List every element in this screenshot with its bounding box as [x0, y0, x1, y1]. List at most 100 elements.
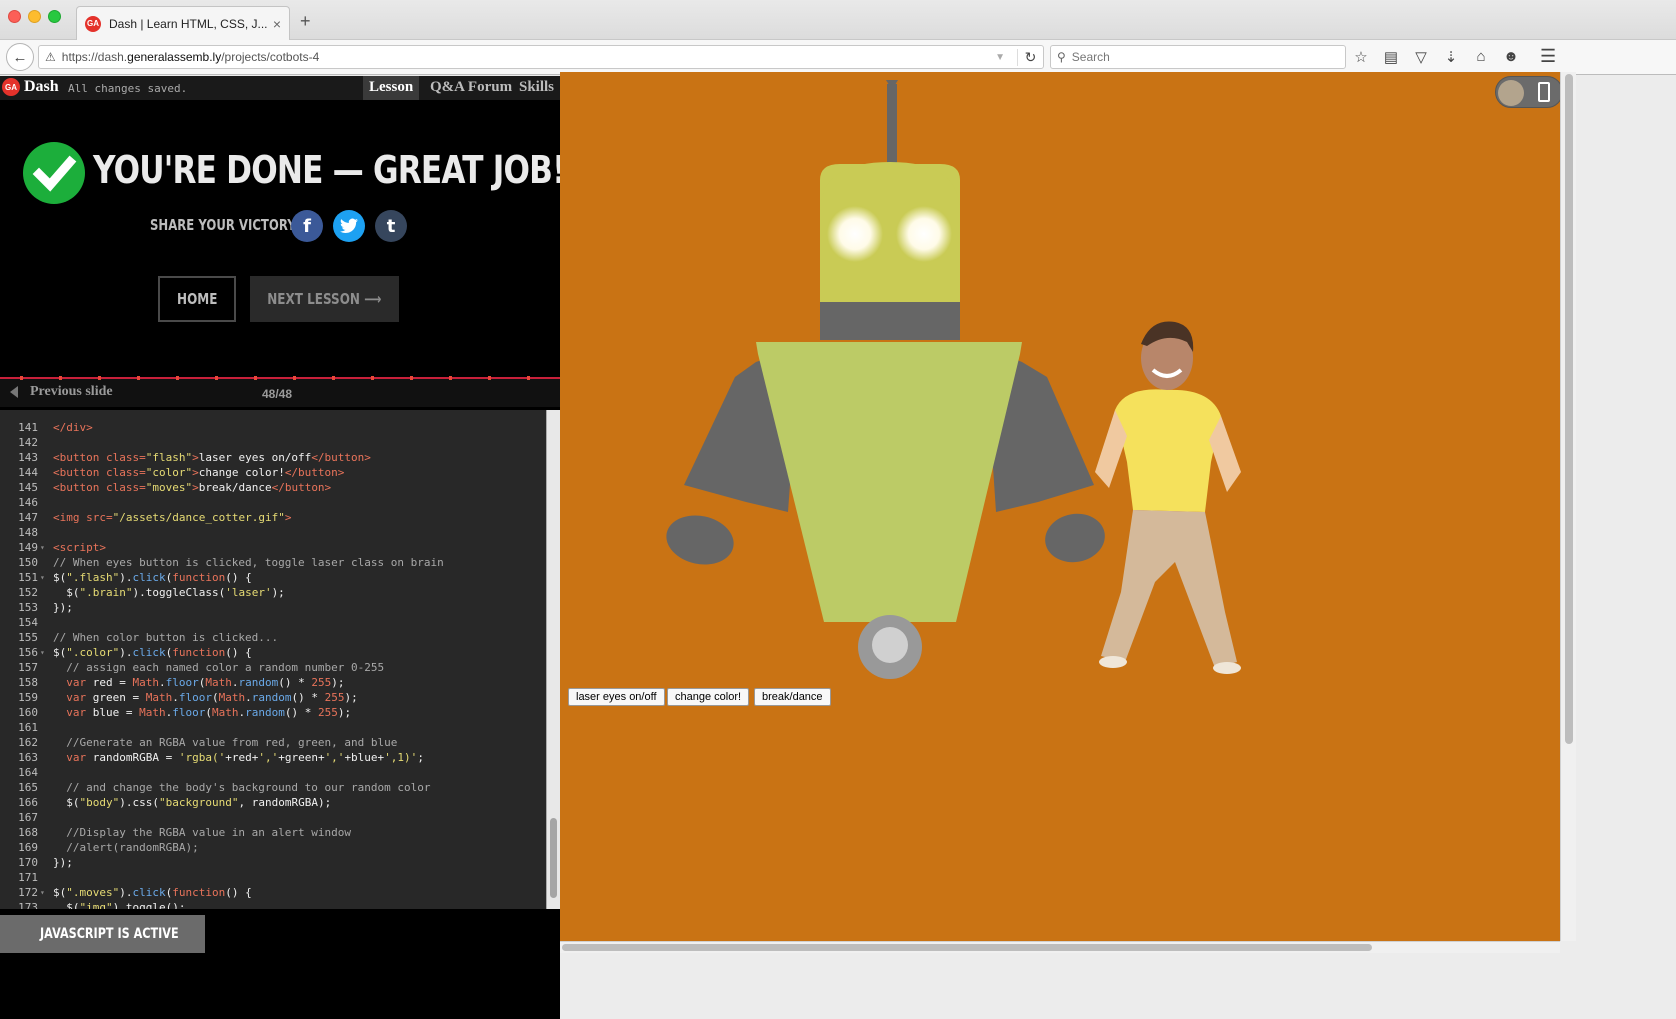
- code-line[interactable]: 165 // and change the body's background …: [0, 780, 546, 795]
- toggle-knob[interactable]: [1498, 80, 1524, 106]
- code-line[interactable]: 146: [0, 495, 546, 510]
- tab-lesson[interactable]: Lesson: [363, 76, 420, 100]
- preview-vertical-scrollbar[interactable]: [1560, 72, 1576, 941]
- next-lesson-button[interactable]: NEXT LESSON ⟶: [250, 276, 399, 322]
- code-line[interactable]: 168 //Display the RGBA value in an alert…: [0, 825, 546, 840]
- dash-title[interactable]: Dash: [24, 78, 59, 96]
- code-line[interactable]: 147 <img src="/assets/dance_cotter.gif">: [0, 510, 546, 525]
- previous-slide-link[interactable]: Previous slide: [30, 384, 113, 400]
- reading-list-icon[interactable]: ▤: [1382, 48, 1400, 66]
- code-line[interactable]: 141 </div>: [0, 420, 546, 435]
- break-dance-button[interactable]: break/dance: [754, 688, 831, 706]
- line-number: 170: [18, 856, 38, 869]
- code-line[interactable]: 144 <button class="color">change color!</…: [0, 465, 546, 480]
- search-input[interactable]: ⚲ Search: [1050, 45, 1346, 69]
- code-line[interactable]: 149 ▾ <script>: [0, 540, 546, 555]
- code-line[interactable]: 159 var green = Math.floor(Math.random()…: [0, 690, 546, 705]
- code-line[interactable]: 162 //Generate an RGBA value from red, g…: [0, 735, 546, 750]
- code-line[interactable]: 164: [0, 765, 546, 780]
- code-text: // When eyes button is clicked, toggle l…: [53, 556, 444, 569]
- code-line[interactable]: 170});: [0, 855, 546, 870]
- code-line[interactable]: 151 ▾ $(".flash").click(function() {: [0, 570, 546, 585]
- change-color-button[interactable]: change color!: [667, 688, 750, 706]
- hamburger-menu-icon[interactable]: ☰: [1540, 46, 1556, 67]
- code-line[interactable]: 153});: [0, 600, 546, 615]
- robot-antenna: [887, 84, 897, 164]
- code-line[interactable]: 152 $(".brain").toggleClass('laser');: [0, 585, 546, 600]
- code-line[interactable]: 154: [0, 615, 546, 630]
- code-line[interactable]: 172 ▾ $(".moves").click(function() {: [0, 885, 546, 900]
- code-line[interactable]: 158 var red = Math.floor(Math.random() *…: [0, 675, 546, 690]
- fold-arrow-icon[interactable]: ▾: [40, 645, 45, 660]
- code-line[interactable]: 157 // assign each named color a random …: [0, 660, 546, 675]
- code-text: // and change the body's background to o…: [53, 781, 431, 794]
- code-line[interactable]: 173 $("img").toggle();: [0, 900, 546, 909]
- code-editor[interactable]: 173 $("img").toggle(); 172 ▾ $(".moves").cl…: [0, 410, 560, 909]
- slide-progress-ticks: [0, 376, 560, 380]
- back-button[interactable]: ←: [6, 43, 34, 71]
- window-close-button[interactable]: [8, 10, 21, 23]
- code-line[interactable]: 161: [0, 720, 546, 735]
- robot-eye-right: [896, 206, 952, 262]
- fold-arrow-icon[interactable]: ▾: [40, 570, 45, 585]
- editor-scroll-thumb[interactable]: [550, 818, 557, 898]
- editor-scrollbar[interactable]: [546, 410, 560, 909]
- window-zoom-button[interactable]: [48, 10, 61, 23]
- url-dropdown-icon[interactable]: ▼: [995, 52, 1005, 63]
- code-line[interactable]: 148: [0, 525, 546, 540]
- twitter-bird-icon: [340, 218, 358, 234]
- line-number: 154: [18, 616, 38, 629]
- code-text: <img src="/assets/dance_cotter.gif">: [53, 511, 292, 524]
- code-line[interactable]: 160 var blue = Math.floor(Math.random() …: [0, 705, 546, 720]
- code-line[interactable]: 143 <button class="flash">laser eyes on/o…: [0, 450, 546, 465]
- code-line[interactable]: 163 var randomRGBA = 'rgba('+red+','+gre…: [0, 750, 546, 765]
- line-number: 160: [18, 706, 38, 719]
- preview-horizontal-scrollbar[interactable]: [560, 941, 1560, 953]
- url-bar[interactable]: ⚠ https://dash.generalassemb.ly/projects…: [38, 45, 1044, 69]
- home-icon[interactable]: ⌂: [1472, 48, 1490, 66]
- code-line[interactable]: 142: [0, 435, 546, 450]
- tab-qa-forum[interactable]: Q&A Forum: [424, 76, 518, 100]
- twitter-share-button[interactable]: [333, 210, 365, 242]
- preview-vscroll-thumb[interactable]: [1565, 74, 1573, 744]
- code-line[interactable]: 155 // When color button is clicked...: [0, 630, 546, 645]
- toolbar-icons: ☆ ▤ ▽ ⇣ ⌂ ☻: [1352, 48, 1520, 66]
- code-line[interactable]: 167: [0, 810, 546, 825]
- code-line[interactable]: 150 // When eyes button is clicked, toggl…: [0, 555, 546, 570]
- pocket-icon[interactable]: ▽: [1412, 48, 1430, 66]
- code-text: var randomRGBA = 'rgba('+red+','+green+'…: [66, 751, 424, 764]
- ga-logo-icon[interactable]: GA: [2, 78, 20, 96]
- tab-skills[interactable]: Skills: [513, 76, 560, 100]
- tab-title: Dash | Learn HTML, CSS, J...: [109, 16, 268, 31]
- tab-close-icon[interactable]: ×: [273, 16, 281, 32]
- fold-arrow-icon[interactable]: ▾: [40, 885, 45, 900]
- download-icon[interactable]: ⇣: [1442, 48, 1460, 66]
- laser-eyes-button[interactable]: laser eyes on/off: [568, 688, 665, 706]
- fold-arrow-icon[interactable]: ▾: [40, 540, 45, 555]
- robot-body: [756, 342, 1022, 622]
- line-number: 155: [18, 631, 38, 644]
- line-number: 141: [18, 421, 38, 434]
- facebook-share-button[interactable]: f: [291, 210, 323, 242]
- star-icon[interactable]: ☆: [1352, 48, 1370, 66]
- prev-arrow-icon[interactable]: [10, 386, 18, 398]
- window-minimize-button[interactable]: [28, 10, 41, 23]
- browser-tab[interactable]: GA Dash | Learn HTML, CSS, J... ×: [76, 6, 290, 40]
- code-line[interactable]: 145 <button class="moves">break/dance</bu…: [0, 480, 546, 495]
- line-number: 162: [18, 736, 38, 749]
- code-line[interactable]: 166 $("body").css("background", randomRG…: [0, 795, 546, 810]
- tumblr-share-button[interactable]: t: [375, 210, 407, 242]
- home-button[interactable]: HOME: [158, 276, 236, 322]
- code-text: });: [53, 856, 73, 869]
- code-line[interactable]: 169 //alert(randomRGBA);: [0, 840, 546, 855]
- chat-icon[interactable]: ☻: [1502, 48, 1520, 66]
- device-preview-toggle[interactable]: [1495, 76, 1563, 108]
- new-tab-button[interactable]: +: [300, 11, 311, 32]
- code-line[interactable]: 156 ▾ $(".color").click(function() {: [0, 645, 546, 660]
- preview-hscroll-thumb[interactable]: [562, 944, 1372, 951]
- line-number: 144: [18, 466, 38, 479]
- reload-icon[interactable]: ↻: [1017, 48, 1043, 66]
- code-line[interactable]: 171: [0, 870, 546, 885]
- code-text: var blue = Math.floor(Math.random() * 25…: [66, 706, 352, 719]
- code-text: <script>: [53, 541, 106, 554]
